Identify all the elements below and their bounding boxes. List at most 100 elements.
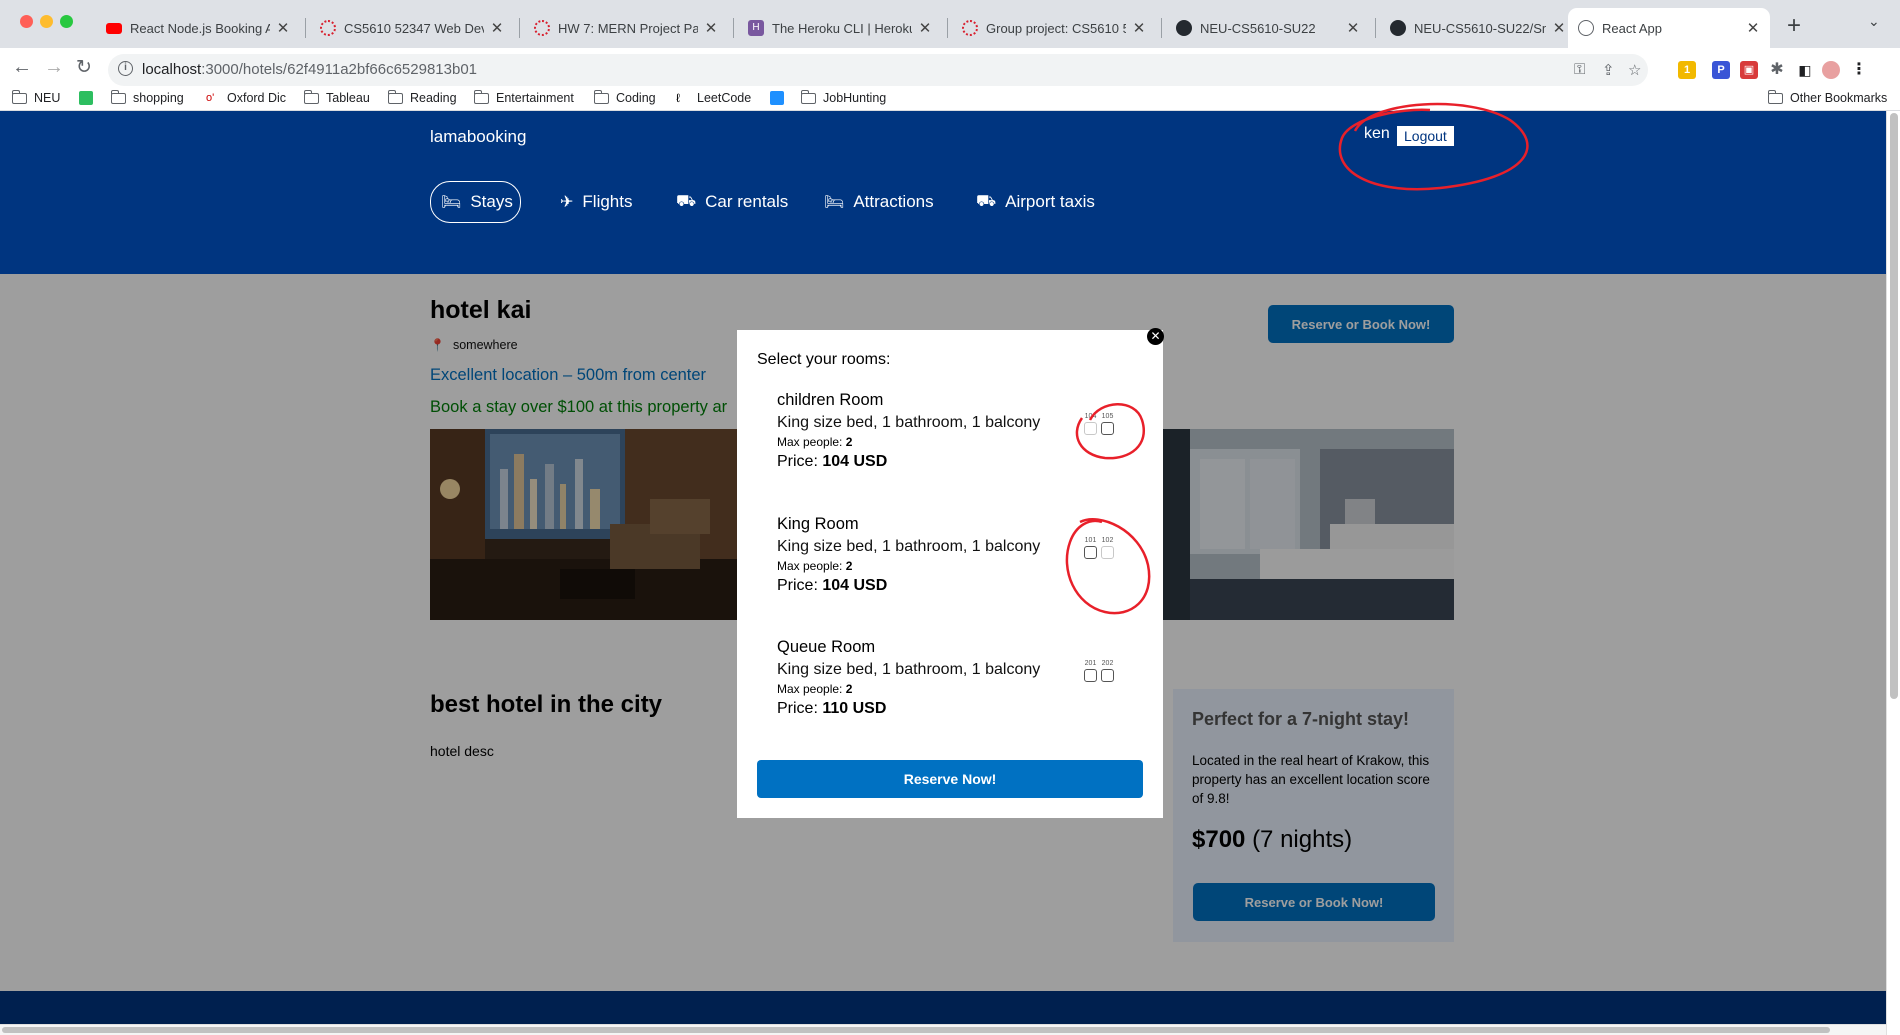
room-checkbox[interactable]: [1084, 669, 1097, 682]
bookmark-reading[interactable]: Reading: [387, 89, 457, 105]
nav-stays[interactable]: 🛏 Stays: [430, 181, 521, 223]
other-bookmarks[interactable]: Other Bookmarks: [1767, 89, 1888, 105]
browser-tab[interactable]: CS5610 52347 Web Deve ✕: [310, 8, 514, 48]
canvas-icon: [534, 20, 550, 36]
logout-button[interactable]: Logout: [1397, 126, 1454, 146]
close-tab-icon[interactable]: ✕: [1346, 19, 1360, 37]
extension-icon[interactable]: P: [1712, 61, 1730, 79]
nav-attractions[interactable]: 🛏 Attractions: [814, 181, 944, 223]
new-tab-icon[interactable]: +: [1787, 12, 1801, 40]
close-tab-icon[interactable]: ✕: [1746, 19, 1760, 37]
max-value: 2: [845, 435, 853, 449]
folder-icon: [473, 89, 489, 104]
browser-tab[interactable]: HW 7: MERN Project Part ✕: [524, 8, 728, 48]
browser-tab[interactable]: Group project: CS5610 52 ✕: [952, 8, 1156, 48]
nav-car-rentals[interactable]: ⛟ Car rentals: [666, 181, 798, 223]
room-number[interactable]: 202: [1101, 660, 1114, 682]
room-number[interactable]: 105: [1101, 413, 1114, 435]
bookmark-neu[interactable]: NEU: [11, 89, 61, 105]
plane-icon: ✈: [560, 194, 574, 211]
nav-airport-taxis[interactable]: ⛟ Airport taxis: [966, 181, 1105, 223]
room-max-people: Max people: 2: [777, 682, 1147, 696]
browser-tab[interactable]: H The Heroku CLI | Heroku D ✕: [738, 8, 942, 48]
reserve-now-button[interactable]: Reserve Now!: [757, 760, 1143, 798]
site-logo[interactable]: lamabooking: [430, 127, 526, 147]
close-tab-icon[interactable]: ✕: [918, 19, 932, 37]
close-tab-icon[interactable]: ✕: [490, 19, 504, 37]
more-icon[interactable]: ⋮: [1850, 61, 1868, 79]
bookmark-label: Oxford Dic: [227, 91, 287, 105]
room-number[interactable]: 104: [1084, 413, 1097, 435]
bookmark-evernote[interactable]: [79, 91, 100, 105]
key-icon[interactable]: ⚿: [1574, 61, 1585, 78]
room-max-people: Max people: 2: [777, 435, 1147, 449]
vertical-scrollbar[interactable]: [1886, 111, 1900, 1035]
tab-title: Group project: CS5610 52: [986, 20, 1126, 36]
sidebar-icon[interactable]: ◧: [1796, 61, 1814, 79]
tab-title: NEU-CS5610-SU22/Smar: [1414, 20, 1546, 36]
close-tab-icon[interactable]: ✕: [1132, 19, 1146, 37]
room-checkbox[interactable]: [1101, 422, 1114, 435]
back-icon[interactable]: ←: [12, 56, 32, 79]
browser-tab[interactable]: NEU-CS5610-SU22/Smar ✕: [1380, 8, 1576, 48]
room-number-label: 101: [1084, 537, 1097, 544]
extension-icon[interactable]: 1: [1678, 61, 1696, 79]
extension-icon[interactable]: ▣: [1740, 61, 1758, 79]
scrollbar-thumb[interactable]: [1890, 113, 1898, 699]
bookmark-shopping[interactable]: shopping: [110, 89, 184, 105]
folder-icon: [11, 89, 27, 104]
bookmark-oxford[interactable]: o' Oxford Dic: [206, 91, 286, 105]
folder-icon: [593, 89, 609, 104]
heroku-icon: H: [748, 20, 764, 36]
bookmark-label: Tableau: [326, 91, 370, 105]
close-tab-icon[interactable]: ✕: [276, 19, 290, 37]
browser-tab[interactable]: React Node.js Booking Ap ✕: [96, 8, 300, 48]
bookmark-leetcode[interactable]: ℓ LeetCode: [676, 91, 751, 105]
close-tab-icon[interactable]: ✕: [1552, 19, 1566, 37]
bookmark-label: NEU: [34, 91, 61, 105]
room-numbers: 101 102: [1084, 537, 1114, 559]
share-icon[interactable]: ⇪: [1602, 61, 1615, 79]
close-icon[interactable]: ✕: [1147, 328, 1164, 345]
room-number[interactable]: 102: [1101, 537, 1114, 559]
browser-tab-active[interactable]: React App ✕: [1568, 8, 1770, 48]
nav-flights[interactable]: ✈ Flights: [550, 181, 642, 223]
taxi-icon: ⛟: [976, 193, 997, 210]
puzzle-icon[interactable]: ✱: [1768, 61, 1786, 79]
chevron-down-icon[interactable]: ⌄: [1868, 13, 1880, 30]
room-checkbox[interactable]: [1084, 422, 1097, 435]
browser-tab[interactable]: NEU-CS5610-SU22 ✕: [1166, 8, 1370, 48]
folder-icon: [110, 89, 126, 104]
close-tab-icon[interactable]: ✕: [704, 19, 718, 37]
room-number[interactable]: 101: [1084, 537, 1097, 559]
bookmark-app[interactable]: [770, 91, 791, 105]
bookmark-label: Other Bookmarks: [1790, 91, 1888, 105]
forward-icon[interactable]: →: [44, 56, 64, 79]
bookmark-entertainment[interactable]: Entertainment: [473, 89, 574, 105]
url-text[interactable]: localhost:3000/hotels/62f4911a2bf66c6529…: [142, 61, 477, 78]
bookmark-coding[interactable]: Coding: [593, 89, 656, 105]
reload-icon[interactable]: ↻: [76, 56, 92, 79]
room-checkbox[interactable]: [1084, 546, 1097, 559]
room-number[interactable]: 201: [1084, 660, 1097, 682]
star-icon[interactable]: ☆: [1628, 61, 1641, 79]
horizontal-scrollbar[interactable]: [0, 1024, 1886, 1035]
room-item: King Room King size bed, 1 bathroom, 1 b…: [777, 515, 1147, 595]
tab-title: The Heroku CLI | Heroku D: [772, 20, 912, 36]
canvas-icon: [320, 20, 336, 36]
minimize-window-icon[interactable]: [40, 15, 53, 28]
youtube-icon: [106, 22, 122, 34]
avatar[interactable]: [1822, 61, 1840, 79]
bookmark-jobhunting[interactable]: JobHunting: [800, 89, 886, 105]
browser-toolbar: ← → ↻ i localhost:3000/hotels/62f4911a2b…: [0, 48, 1900, 92]
bed-icon: 🛏: [824, 194, 845, 211]
address-bar[interactable]: i localhost:3000/hotels/62f4911a2bf66c65…: [108, 54, 1648, 86]
room-checkbox[interactable]: [1101, 669, 1114, 682]
info-icon[interactable]: i: [118, 61, 133, 76]
scrollbar-thumb[interactable]: [2, 1027, 1830, 1033]
maximize-window-icon[interactable]: [60, 15, 73, 28]
bookmark-tableau[interactable]: Tableau: [303, 89, 370, 105]
close-window-icon[interactable]: [20, 15, 33, 28]
nav-label: Airport taxis: [1005, 192, 1095, 211]
room-checkbox[interactable]: [1101, 546, 1114, 559]
